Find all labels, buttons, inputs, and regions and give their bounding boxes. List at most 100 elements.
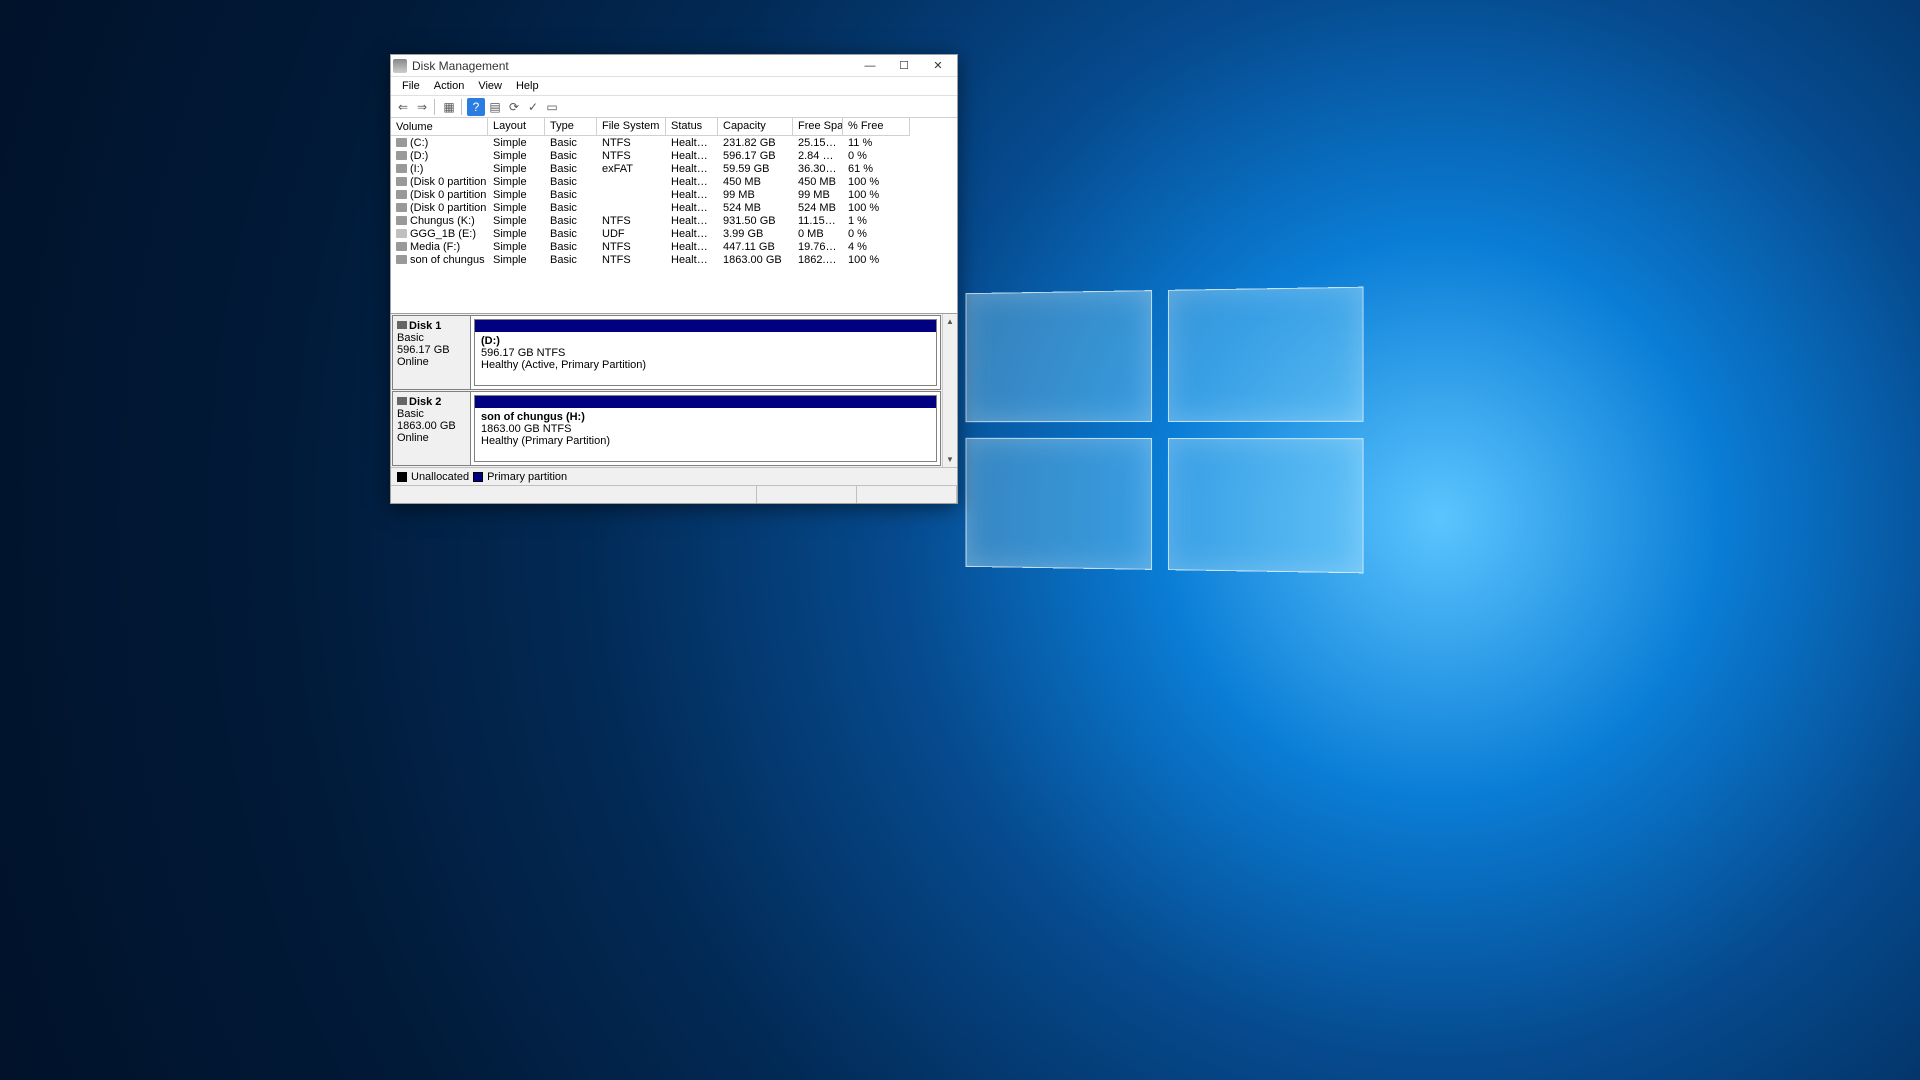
disk-icon <box>397 397 407 405</box>
volume-fs: exFAT <box>597 163 666 175</box>
col-percentfree[interactable]: % Free <box>843 118 910 136</box>
volume-type: Basic <box>545 163 597 175</box>
volume-pctfree: 100 % <box>843 176 910 188</box>
col-status[interactable]: Status <box>666 118 718 136</box>
action-button[interactable]: ✓ <box>524 98 542 116</box>
volume-status: Healthy (P... <box>666 254 718 266</box>
partition-status: Healthy (Active, Primary Partition) <box>481 359 646 371</box>
volume-type: Basic <box>545 189 597 201</box>
col-capacity[interactable]: Capacity <box>718 118 793 136</box>
scroll-down-icon[interactable]: ▼ <box>943 452 957 467</box>
drive-icon <box>396 255 407 264</box>
volume-type: Basic <box>545 254 597 266</box>
back-button[interactable]: ⇐ <box>394 98 412 116</box>
volume-row[interactable]: (Disk 0 partition 2)SimpleBasicHealthy (… <box>391 188 957 201</box>
scroll-up-icon[interactable]: ▲ <box>943 314 957 329</box>
volume-status: Healthy (R... <box>666 176 718 188</box>
volume-capacity: 3.99 GB <box>718 228 793 240</box>
partition-name: (D:) <box>481 335 500 347</box>
partition-bar <box>475 396 936 408</box>
volume-free: 25.15 GB <box>793 137 843 149</box>
close-button[interactable]: ✕ <box>921 56 955 76</box>
col-volume[interactable]: Volume <box>391 118 488 136</box>
drive-icon <box>396 216 407 225</box>
disk-label: Disk 1 <box>409 320 441 332</box>
menu-action[interactable]: Action <box>427 78 472 94</box>
volume-free: 1862.84 ... <box>793 254 843 266</box>
volume-name: (C:) <box>410 137 428 149</box>
volume-row[interactable]: (D:)SimpleBasicNTFSHealthy (A...596.17 G… <box>391 149 957 162</box>
volume-layout: Simple <box>488 137 545 149</box>
volume-type: Basic <box>545 176 597 188</box>
volume-free: 524 MB <box>793 202 843 214</box>
volume-fs: NTFS <box>597 150 666 162</box>
refresh-button[interactable]: ⟳ <box>505 98 523 116</box>
legend: Unallocated Primary partition <box>391 467 957 485</box>
volume-layout: Simple <box>488 202 545 214</box>
legend-unallocated: Unallocated <box>411 471 469 483</box>
drive-icon <box>396 203 407 212</box>
volume-capacity: 59.59 GB <box>718 163 793 175</box>
partition[interactable]: (D:)596.17 GB NTFSHealthy (Active, Prima… <box>474 319 937 386</box>
disk-size: 1863.00 GB <box>397 420 456 432</box>
disk-header: Disk 2Basic1863.00 GBOnline <box>393 392 471 465</box>
volume-name: (D:) <box>410 150 428 162</box>
partition-info: 596.17 GB NTFS <box>481 347 565 359</box>
partition-info: 1863.00 GB NTFS <box>481 423 572 435</box>
volume-name: (Disk 0 partition 5) <box>410 202 488 214</box>
volume-free: 36.30 GB <box>793 163 843 175</box>
volume-status: Healthy (E... <box>666 189 718 201</box>
volume-status: Healthy (A... <box>666 150 718 162</box>
volume-layout: Simple <box>488 189 545 201</box>
volume-row[interactable]: (C:)SimpleBasicNTFSHealthy (B...231.82 G… <box>391 136 957 149</box>
menu-help[interactable]: Help <box>509 78 546 94</box>
menu-view[interactable]: View <box>471 78 509 94</box>
menu-file[interactable]: File <box>395 78 427 94</box>
volume-fs: UDF <box>597 228 666 240</box>
volume-fs: NTFS <box>597 254 666 266</box>
volume-pctfree: 11 % <box>843 137 910 149</box>
minimize-button[interactable]: — <box>853 56 887 76</box>
legend-primary: Primary partition <box>487 471 567 483</box>
volume-row[interactable]: Chungus (K:)SimpleBasicNTFSHealthy (P...… <box>391 214 957 227</box>
maximize-button[interactable]: ☐ <box>887 56 921 76</box>
disk-row[interactable]: Disk 2Basic1863.00 GBOnlineson of chungu… <box>392 391 941 466</box>
disk-size: 596.17 GB <box>397 344 450 356</box>
settings-button[interactable]: ▤ <box>486 98 504 116</box>
volume-capacity: 231.82 GB <box>718 137 793 149</box>
volume-free: 0 MB <box>793 228 843 240</box>
volume-pctfree: 61 % <box>843 163 910 175</box>
volume-status: Healthy (P... <box>666 215 718 227</box>
separator <box>461 99 464 115</box>
volume-pctfree: 100 % <box>843 254 910 266</box>
volume-row[interactable]: son of chungus (H:)SimpleBasicNTFSHealth… <box>391 253 957 266</box>
show-hide-tree-button[interactable]: ▦ <box>440 98 458 116</box>
volume-capacity: 596.17 GB <box>718 150 793 162</box>
volume-capacity: 450 MB <box>718 176 793 188</box>
volume-pctfree: 1 % <box>843 215 910 227</box>
col-filesystem[interactable]: File System <box>597 118 666 136</box>
app-icon <box>393 59 407 73</box>
vertical-scrollbar[interactable]: ▲ ▼ <box>942 314 957 467</box>
disk-label: Disk 2 <box>409 396 441 408</box>
volume-pctfree: 100 % <box>843 189 910 201</box>
partition[interactable]: son of chungus (H:)1863.00 GB NTFSHealth… <box>474 395 937 462</box>
volume-row[interactable]: GGG_1B (E:)SimpleBasicUDFHealthy (P...3.… <box>391 227 957 240</box>
col-freespace[interactable]: Free Spa... <box>793 118 843 136</box>
volume-pctfree: 100 % <box>843 202 910 214</box>
col-type[interactable]: Type <box>545 118 597 136</box>
toolbar: ⇐ ⇒ ▦ ? ▤ ⟳ ✓ ▭ <box>391 96 957 118</box>
volume-row[interactable]: Media (F:)SimpleBasicNTFSHealthy (P...44… <box>391 240 957 253</box>
disk-row[interactable]: Disk 1Basic596.17 GBOnline(D:)596.17 GB … <box>392 315 941 390</box>
volume-pctfree: 4 % <box>843 241 910 253</box>
forward-button[interactable]: ⇒ <box>413 98 431 116</box>
volume-capacity: 931.50 GB <box>718 215 793 227</box>
volume-row[interactable]: (Disk 0 partition 5)SimpleBasicHealthy (… <box>391 201 957 214</box>
volume-type: Basic <box>545 202 597 214</box>
help-button[interactable]: ? <box>467 98 485 116</box>
titlebar[interactable]: Disk Management — ☐ ✕ <box>391 55 957 77</box>
list-button[interactable]: ▭ <box>543 98 561 116</box>
volume-row[interactable]: (I:)SimpleBasicexFATHealthy (P...59.59 G… <box>391 162 957 175</box>
volume-row[interactable]: (Disk 0 partition 1)SimpleBasicHealthy (… <box>391 175 957 188</box>
col-layout[interactable]: Layout <box>488 118 545 136</box>
